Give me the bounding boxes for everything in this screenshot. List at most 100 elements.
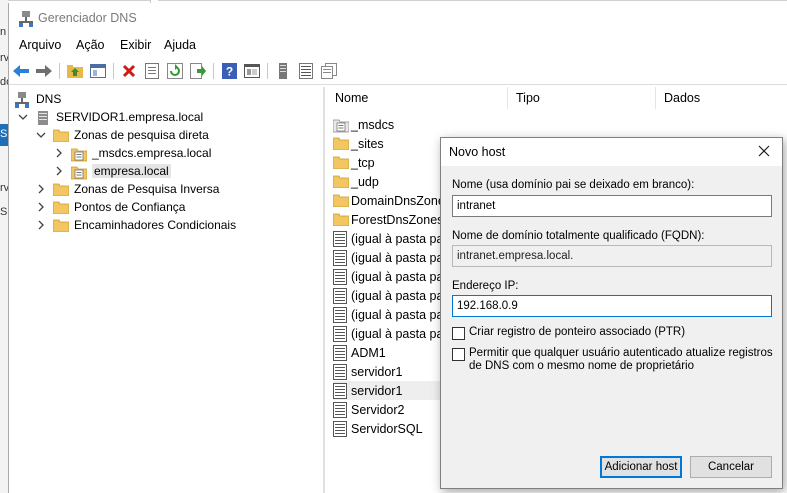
list-item[interactable]: (igual à pasta pai) (333, 305, 450, 324)
tree-node-server[interactable]: SERVIDOR1.empresa.local (17, 108, 203, 126)
column-header-nome[interactable]: Nome (327, 87, 508, 109)
ptr-checkbox[interactable] (452, 327, 465, 340)
ptr-checkbox-row[interactable]: Criar registro de ponteiro associado (PT… (452, 326, 775, 340)
tree-node-trust-points[interactable]: Pontos de Confiança (35, 198, 185, 216)
list-item[interactable]: _udp (332, 172, 379, 191)
list-item[interactable]: _msdcs (332, 115, 395, 134)
name-input[interactable]: intranet (452, 195, 772, 217)
chevron-right-icon[interactable] (35, 219, 47, 231)
record-icon (333, 287, 349, 304)
list-item-name: _sites (351, 136, 384, 151)
list-item[interactable]: servidor1 (333, 362, 402, 381)
fqdn-label: Nome de domínio totalmente qualificado (… (452, 230, 705, 242)
list-item[interactable]: (igual à pasta pai) (333, 324, 450, 343)
chevron-down-icon[interactable] (35, 129, 47, 141)
record-icon (333, 249, 349, 266)
list-item-name: ADM1 (351, 345, 386, 360)
bg-fragment: n (0, 26, 7, 38)
server-icon[interactable] (274, 62, 292, 80)
permission-checkbox[interactable] (452, 348, 465, 361)
list-item[interactable]: (igual à pasta pai) (333, 248, 450, 267)
list-item-name: (igual à pasta pai) (351, 307, 451, 322)
tree-node-conditional-forwarders[interactable]: Encaminhadores Condicionais (35, 216, 236, 234)
menu-arquivo[interactable]: Arquivo (19, 38, 61, 52)
list-item[interactable]: servidor1 (333, 381, 453, 400)
forward-arrow-icon[interactable] (35, 62, 53, 80)
tree-node-forward-zones[interactable]: Zonas de pesquisa direta (35, 126, 209, 144)
help-icon[interactable]: ? (220, 62, 238, 80)
dns-app-icon (19, 11, 33, 27)
list-item-name: (igual à pasta pai) (351, 326, 451, 341)
menu-exibir[interactable]: Exibir (120, 38, 151, 52)
list-item[interactable]: _tcp (332, 153, 375, 172)
name-label: Nome (usa domínio pai se deixado em bran… (452, 179, 695, 191)
list-item[interactable]: (igual à pasta pai) (333, 267, 450, 286)
tree-label: Zonas de Pesquisa Inversa (74, 182, 220, 196)
column-header-dados[interactable]: Dados (656, 87, 787, 109)
export-icon[interactable] (189, 62, 207, 80)
menu-ajuda[interactable]: Ajuda (164, 38, 196, 52)
folder-icon (52, 218, 70, 233)
list-item[interactable]: _sites (332, 134, 384, 153)
list-item[interactable]: (igual à pasta pai) (333, 286, 450, 305)
chevron-right-icon[interactable] (53, 165, 65, 177)
column-header-tipo[interactable]: Tipo (508, 87, 656, 109)
permission-checkbox-row[interactable]: Permitir que qualquer usuário autenticad… (452, 347, 775, 373)
dialog-title: Novo host (449, 145, 506, 159)
folder-icon (52, 128, 70, 143)
cancel-button[interactable]: Cancelar (690, 456, 772, 478)
show-tree-icon[interactable] (89, 62, 107, 80)
delete-icon[interactable] (120, 62, 138, 80)
list-item[interactable]: ServidorSQL (333, 419, 423, 438)
tree-node-msdcs-zone[interactable]: _msdcs.empresa.local (53, 144, 211, 162)
chevron-right-icon[interactable] (35, 183, 47, 195)
record-icon (333, 344, 349, 361)
zone-icon (70, 146, 88, 162)
chevron-right-icon[interactable] (35, 201, 47, 213)
record-icon (333, 401, 349, 418)
record-icon (333, 268, 349, 285)
toolbar: ? (9, 58, 787, 85)
ip-address-input[interactable]: 192.168.0.9 (452, 295, 772, 317)
list-item-name: (igual à pasta pai) (351, 231, 451, 246)
list-item-name: DomainDnsZones (351, 193, 452, 208)
folder-icon (332, 136, 350, 152)
menu-acao[interactable]: Ação (76, 38, 105, 52)
zone-icon (332, 117, 350, 133)
list-item[interactable]: Servidor2 (333, 400, 405, 419)
console-icon[interactable] (243, 62, 261, 80)
add-host-button[interactable]: Adicionar host (600, 456, 682, 478)
chevron-right-icon[interactable] (53, 147, 65, 159)
properties-icon[interactable] (143, 62, 161, 80)
list-item-name: (igual à pasta pai) (351, 288, 451, 303)
bg-fragment: S (0, 128, 8, 140)
list-item-name: _tcp (351, 155, 375, 170)
tree-node-reverse-zones[interactable]: Zonas de Pesquisa Inversa (35, 180, 219, 198)
list-item-name: Servidor2 (351, 402, 405, 417)
list-item-name: _msdcs (351, 117, 395, 132)
back-arrow-icon[interactable] (12, 62, 30, 80)
close-icon[interactable] (754, 142, 774, 162)
record-icon (333, 382, 349, 399)
list-item[interactable]: ForestDnsZones (332, 210, 443, 229)
up-folder-icon[interactable] (66, 62, 84, 80)
list-item[interactable]: (igual à pasta pai) (333, 229, 450, 248)
desktop-top-edge (0, 0, 787, 1)
folder-icon (332, 174, 350, 190)
list-icon[interactable] (297, 62, 315, 80)
console-tree: DNS SERVIDOR1.empresa.local Zonas de pes… (9, 87, 325, 493)
tree-node-dns[interactable]: DNS (15, 90, 61, 108)
title-bar: Gerenciador DNS (9, 3, 787, 35)
toolbar-separator (267, 63, 268, 79)
list-item-name: servidor1 (351, 383, 403, 398)
window-title: Gerenciador DNS (38, 11, 137, 25)
list-item[interactable]: DomainDnsZones (332, 191, 452, 210)
folder-icon (52, 200, 70, 215)
tree-label: _msdcs.empresa.local (92, 146, 212, 160)
chevron-down-icon[interactable] (17, 111, 29, 123)
list-item[interactable]: ADM1 (333, 343, 386, 362)
folder-icon (332, 155, 350, 171)
tree-node-empresa-zone[interactable]: empresa.local (53, 162, 171, 180)
refresh-icon[interactable] (166, 62, 184, 80)
copy-icon[interactable] (320, 62, 338, 80)
